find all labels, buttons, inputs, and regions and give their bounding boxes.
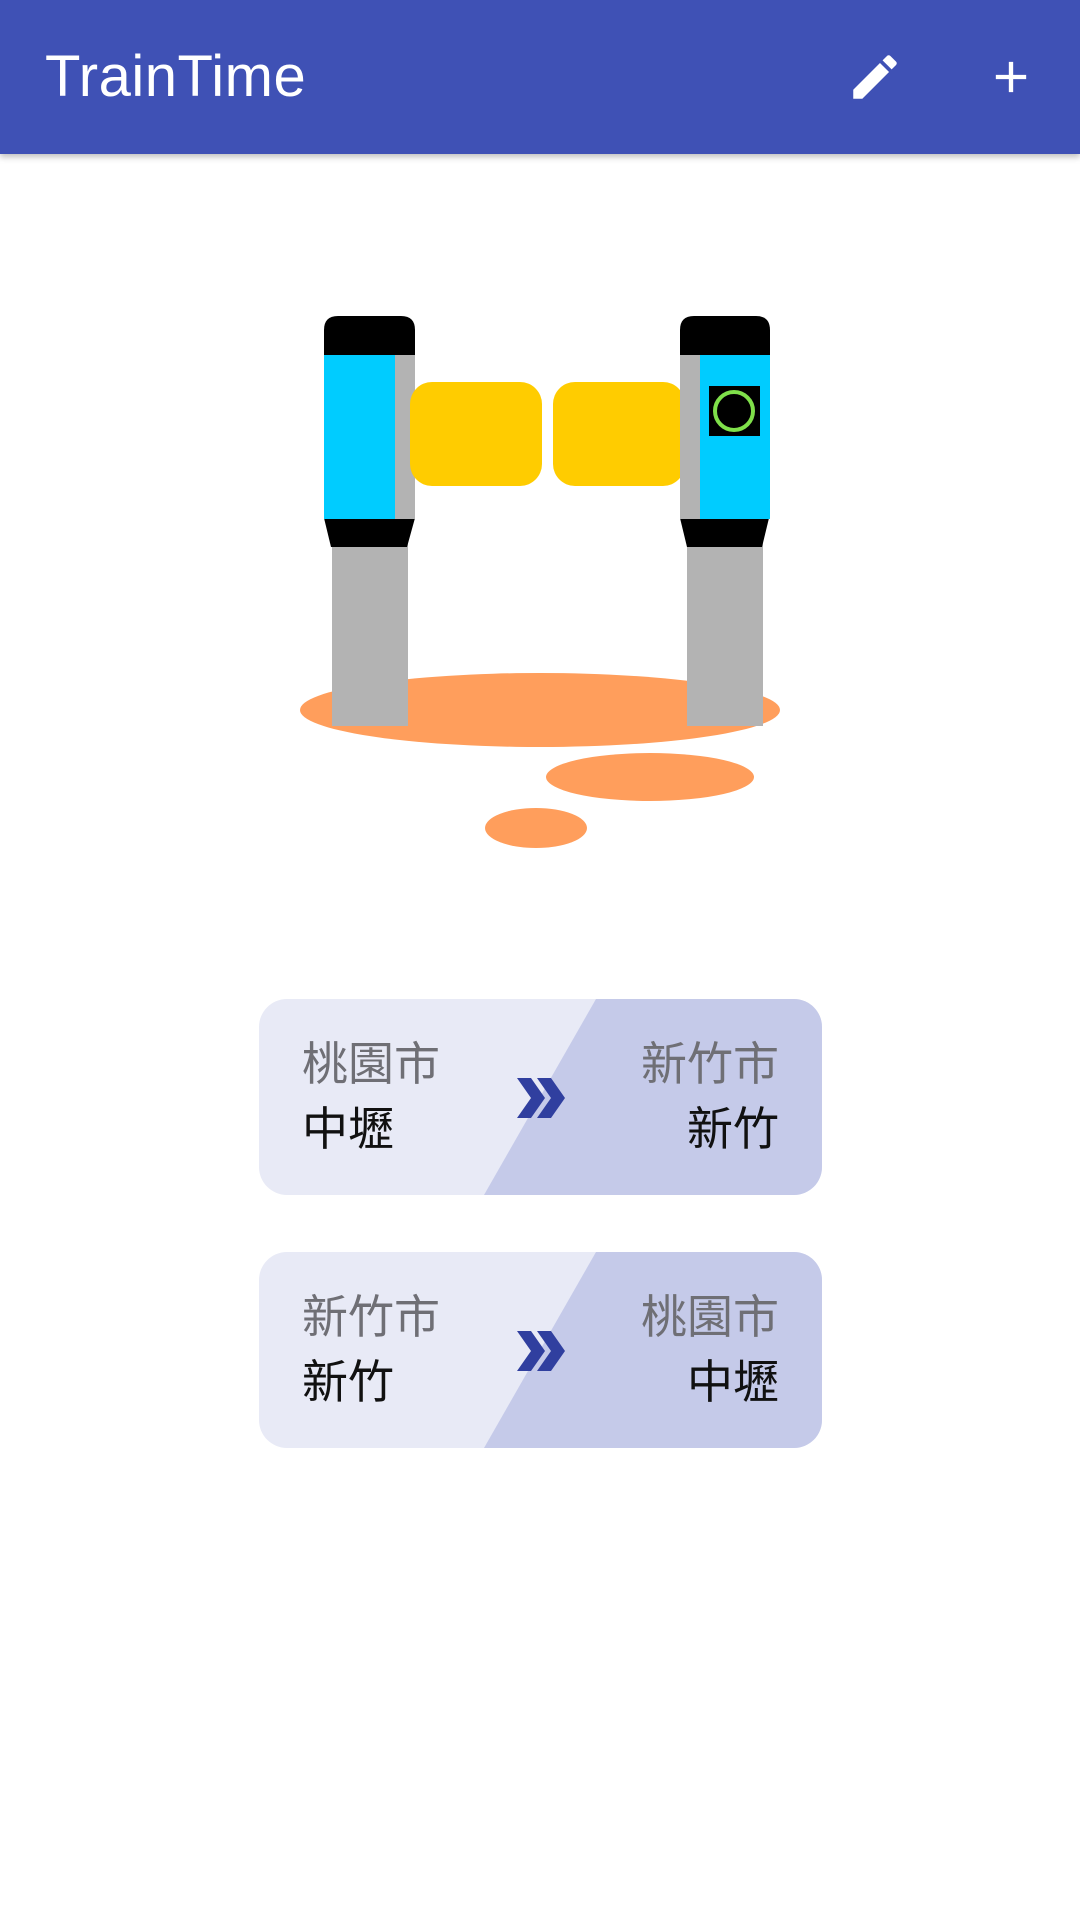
pencil-icon <box>853 55 897 99</box>
route-origin: 新竹市 新竹 <box>302 1288 440 1411</box>
right-gate-flap <box>553 382 685 486</box>
left-gate-body <box>324 355 395 519</box>
right-gate-cap <box>680 316 770 355</box>
right-gate-body <box>700 355 770 519</box>
origin-station: 新竹 <box>302 1355 394 1409</box>
double-chevron-right-icon <box>517 1078 565 1118</box>
edit-button[interactable] <box>827 29 923 125</box>
destination-city: 新竹市 <box>641 1037 779 1091</box>
right-gate-base <box>680 518 769 547</box>
left-gate-flap <box>410 382 542 486</box>
origin-city: 桃園市 <box>302 1037 440 1091</box>
route-destination: 新竹市 新竹 <box>641 1035 779 1158</box>
route-card[interactable]: 新竹市 新竹 桃園市 中壢 <box>259 1252 822 1448</box>
left-gate-leg <box>332 538 408 726</box>
route-card[interactable]: 桃園市 中壢 新竹市 新竹 <box>259 999 822 1195</box>
right-gate-side <box>680 355 700 519</box>
right-gate-leg <box>687 538 763 726</box>
app-toolbar: TrainTime <box>0 0 1080 154</box>
floor-shadow-medium <box>546 753 754 801</box>
origin-city: 新竹市 <box>302 1290 440 1344</box>
plus-icon <box>995 61 1027 93</box>
route-destination: 桃園市 中壢 <box>641 1288 779 1411</box>
destination-city: 桃園市 <box>641 1290 779 1344</box>
app-screen: TrainTime 桃園市 中壢 新竹市 新竹 新竹市 新竹 桃園市 中壢 <box>0 0 1080 1920</box>
floor-shadow-small <box>485 808 587 848</box>
destination-station: 新竹 <box>687 1102 779 1156</box>
left-gate-base <box>324 518 415 547</box>
app-title: TrainTime <box>45 44 307 109</box>
double-chevron-right-icon <box>517 1331 565 1371</box>
route-origin: 桃園市 中壢 <box>302 1035 440 1158</box>
left-gate-cap <box>324 316 415 355</box>
origin-station: 中壢 <box>302 1102 394 1156</box>
destination-station: 中壢 <box>687 1355 779 1409</box>
add-route-button[interactable] <box>963 29 1059 125</box>
ticket-gate-illustration <box>300 316 780 848</box>
